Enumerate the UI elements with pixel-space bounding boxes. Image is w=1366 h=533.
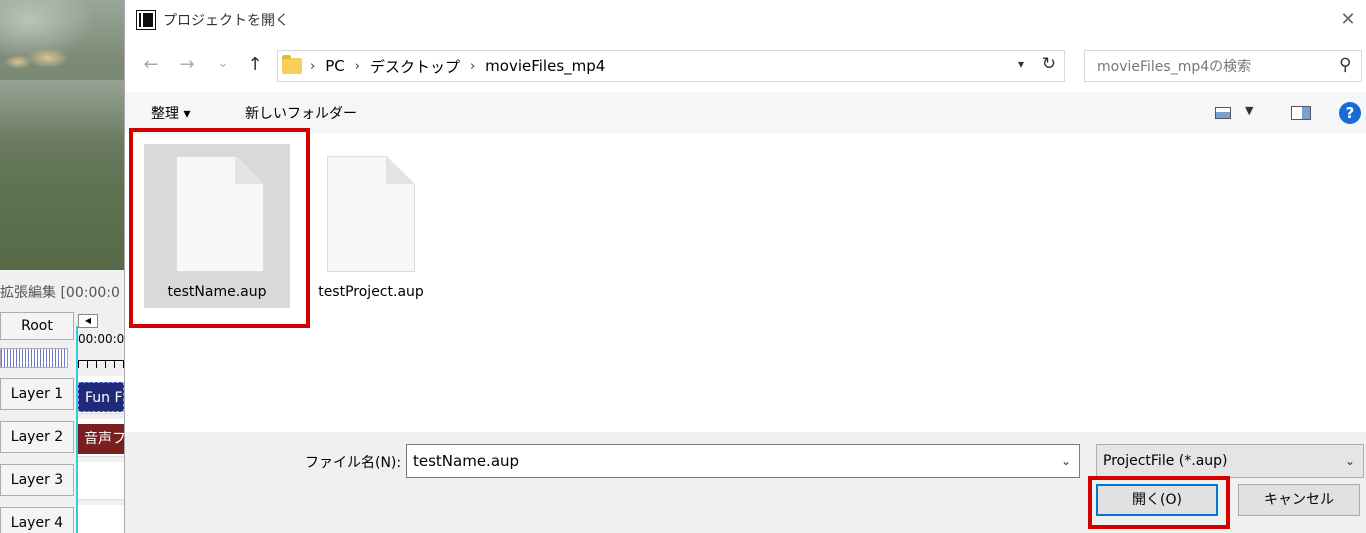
app-icon (137, 11, 155, 29)
playhead-line (76, 326, 78, 533)
breadcrumb-separator-icon[interactable]: › (355, 59, 360, 74)
back-arrow-icon[interactable]: ← (139, 54, 163, 75)
file-name-label: testProject.aup (318, 284, 424, 300)
video-preview (0, 0, 124, 270)
breadcrumb-pc[interactable]: PC (325, 57, 345, 75)
address-field[interactable]: › PC › デスクトップ › movieFiles_mp4 ▾ ↻ (277, 50, 1065, 82)
file-type-chevron-icon[interactable]: ⌄ (1345, 445, 1355, 477)
extended-edit-title: 拡張編集 [00:00:0 (0, 285, 120, 301)
address-dropdown-chevron-icon[interactable]: ▾ (1018, 57, 1024, 71)
search-placeholder: movieFiles_mp4の検索 (1097, 59, 1252, 75)
organize-menu-button[interactable]: 整理 ▾ (151, 103, 190, 123)
layer-4-button[interactable]: Layer 4 (0, 507, 74, 533)
folder-icon (282, 55, 302, 74)
layer-lane-4[interactable] (76, 505, 124, 533)
open-button-highlight-box (1088, 476, 1230, 529)
root-button[interactable]: Root (0, 312, 74, 340)
filename-dropdown-chevron-icon[interactable]: ⌄ (1061, 445, 1071, 477)
close-icon[interactable]: ✕ (1336, 8, 1360, 32)
breadcrumb-desktop[interactable]: デスクトップ (370, 56, 460, 77)
selected-file-highlight-box (129, 128, 310, 328)
timeline-scroll-left-icon[interactable]: ◀ (78, 314, 98, 328)
timeline-ruler-ticks (78, 360, 124, 368)
breadcrumb-movie-files[interactable]: movieFiles_mp4 (485, 57, 605, 75)
search-input[interactable]: movieFiles_mp4の検索 ⚲ (1084, 50, 1362, 82)
cancel-button[interactable]: キャンセル (1238, 484, 1360, 516)
timeline-ruler-time: 00:00:0 (78, 332, 124, 346)
layer-3-button[interactable]: Layer 3 (0, 464, 74, 496)
file-list[interactable]: testName.aup testProject.aup (125, 134, 1366, 432)
preview-pane-icon[interactable] (1291, 106, 1311, 120)
address-bar-row: ← → ⌄ ↑ › PC › デスクトップ › movieFiles_mp4 ▾… (125, 48, 1366, 86)
file-type-value: ProjectFile (*.aup) (1103, 453, 1228, 469)
file-type-select[interactable]: ProjectFile (*.aup) ⌄ (1096, 444, 1364, 478)
new-folder-button[interactable]: 新しいフォルダー (245, 103, 357, 123)
filename-value: testName.aup (413, 452, 520, 470)
open-project-dialog: プロジェクトを開く ✕ ← → ⌄ ↑ › PC › デスクトップ › movi… (124, 0, 1366, 533)
breadcrumb-separator-icon[interactable]: › (470, 59, 475, 74)
dialog-toolbar: 整理 ▾ 新しいフォルダー ▼ ? (125, 92, 1366, 134)
recent-locations-chevron-icon[interactable]: ⌄ (211, 56, 235, 71)
filename-label: ファイル名(N): (305, 455, 402, 471)
search-icon[interactable]: ⚲ (1339, 55, 1351, 75)
forward-arrow-icon[interactable]: → (175, 54, 199, 75)
layer-2-button[interactable]: Layer 2 (0, 421, 74, 453)
layer-1-button[interactable]: Layer 1 (0, 378, 74, 410)
view-mode-dropdown-icon[interactable]: ▼ (1245, 104, 1253, 117)
view-mode-icon[interactable] (1215, 107, 1231, 119)
audio-meter (0, 348, 68, 368)
dialog-titlebar: プロジェクトを開く (125, 0, 1366, 40)
breadcrumb-separator-icon[interactable]: › (310, 59, 315, 74)
filename-input[interactable]: testName.aup ⌄ (406, 444, 1080, 478)
up-arrow-icon[interactable]: ↑ (243, 54, 267, 75)
help-icon[interactable]: ? (1339, 102, 1361, 124)
background-app-window: 拡張編集 [00:00:0 Root ◀ 00:00:0 Layer 1 Lay… (0, 0, 124, 533)
file-item-testproject[interactable]: testProject.aup (298, 144, 444, 308)
refresh-icon[interactable]: ↻ (1042, 54, 1056, 74)
timeline-clip-layer-1[interactable]: Fun F (78, 382, 124, 412)
dialog-title: プロジェクトを開く (163, 13, 289, 29)
layer-lane-3[interactable] (76, 462, 124, 500)
timeline-clip-layer-2[interactable]: 音声フ (78, 424, 124, 454)
